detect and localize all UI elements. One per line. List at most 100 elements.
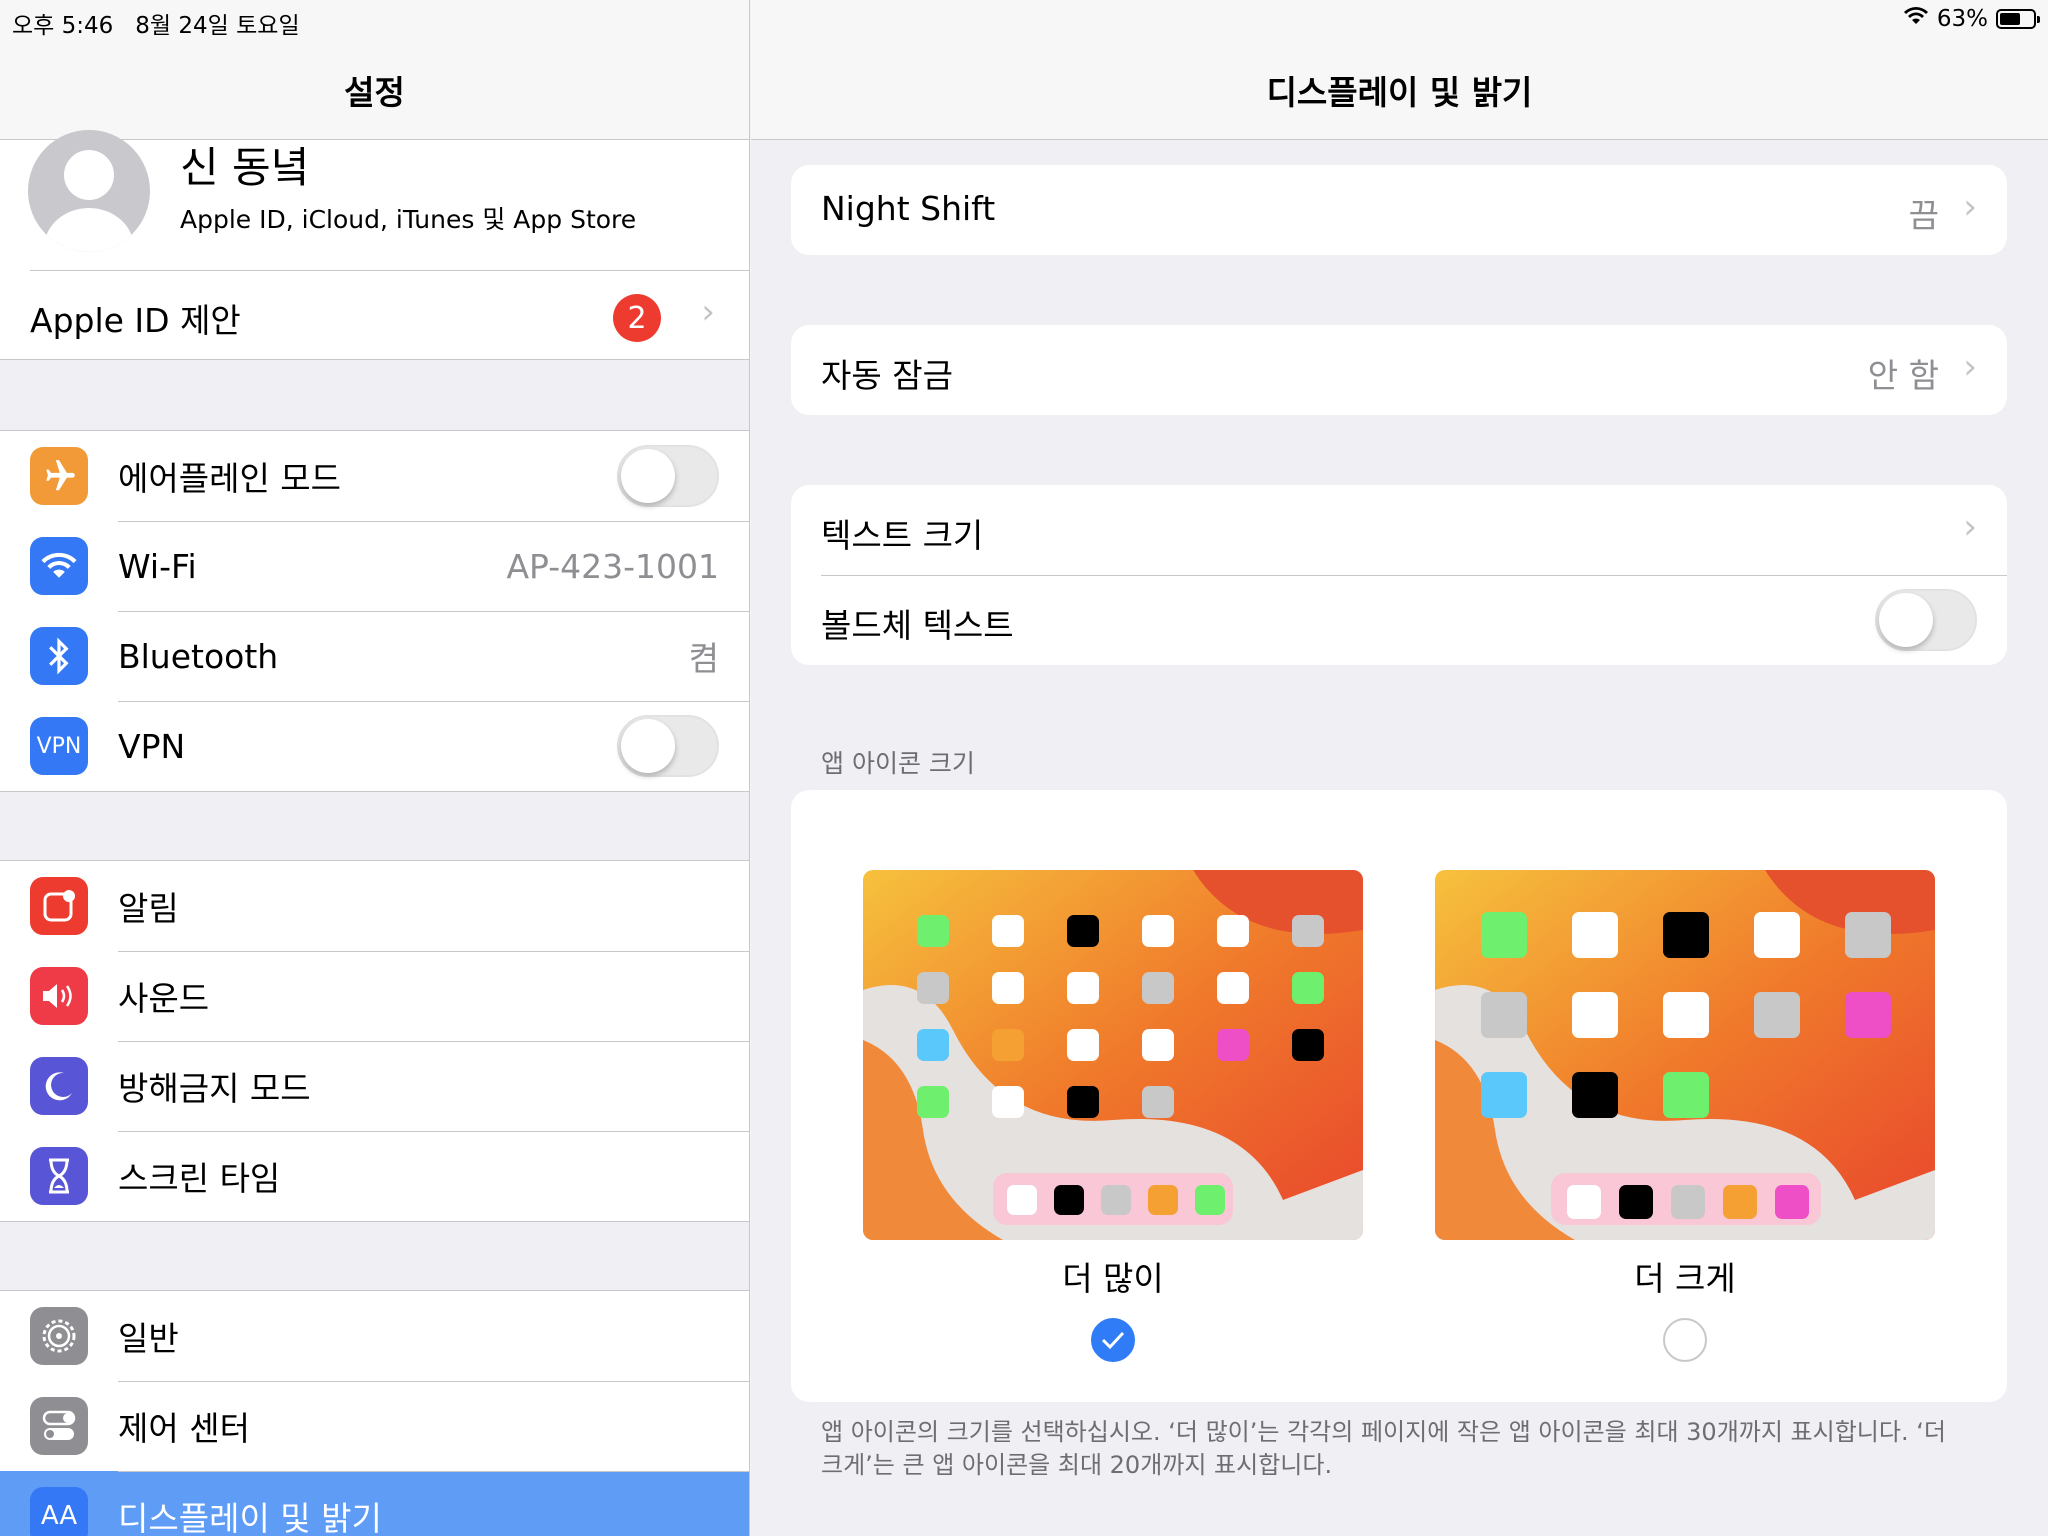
sound-icon [30,967,88,1025]
settings-sidebar: 설정 신 동녘 Apple ID, iCloud, iTunes 및 App S… [0,0,750,1536]
wifi-status-icon [1903,6,1929,32]
sidebar-item-display-brightness[interactable]: AA 디스플레이 및 밝기 [0,1471,749,1536]
sidebar-item-airplane-mode[interactable]: 에어플레인 모드 [0,431,749,521]
app-icon-thumbnail [917,1086,949,1118]
status-bar: 오후 5:46 8월 24일 토요일 63% [0,0,2048,39]
text-size-label: 텍스트 크기 [821,516,984,555]
night-shift-card: Night Shift 끔 › [791,165,2007,255]
dock-icon-thumbnail [1148,1185,1178,1215]
app-icon-thumbnail [1292,1029,1324,1061]
notification-badge: 2 [613,294,661,342]
bigger-icons-preview[interactable] [1435,870,1935,1240]
more-icons-preview[interactable] [863,870,1363,1240]
option-bigger-label: 더 크게 [1634,1259,1736,1298]
app-icon-thumbnail [992,1029,1024,1061]
app-icon-thumbnail [1754,992,1800,1038]
sidebar-item-screen-time[interactable]: 스크린 타임 [0,1131,749,1221]
app-icon-thumbnail [1663,992,1709,1038]
airplane-icon [30,447,88,505]
app-icon-thumbnail [1067,915,1099,947]
app-icon-thumbnail [917,915,949,947]
dock-icon-thumbnail [1101,1185,1131,1215]
vpn-icon: VPN [30,717,88,775]
sidebar-item-bluetooth[interactable]: Bluetooth 켬 [0,611,749,701]
app-icon-size-card: 더 많이 더 크게 [791,790,2007,1402]
app-icon-thumbnail [1067,1029,1099,1061]
sidebar-item-notifications[interactable]: 알림 [0,861,749,951]
auto-lock-card: 자동 잠금 안 함 › [791,325,2007,415]
moon-icon [30,1057,88,1115]
battery-icon [1996,9,2040,29]
chevron-right-icon: › [1963,507,1977,547]
sidebar-item-label: 제어 센터 [118,1409,250,1448]
app-icon-thumbnail [992,915,1024,947]
sidebar-item-wifi[interactable]: Wi-Fi AP-423-1001 [0,521,749,611]
bold-text-toggle[interactable] [1875,589,1977,651]
sidebar-item-sound[interactable]: 사운드 [0,951,749,1041]
battery-percent: 63% [1936,6,1988,32]
app-icon-thumbnail [1217,1029,1249,1061]
app-icon-thumbnail [1845,992,1891,1038]
app-icon-thumbnail [1142,1086,1174,1118]
text-size-row[interactable]: 텍스트 크기 › [791,485,2007,575]
switches-icon [30,1397,88,1455]
app-icon-thumbnail [917,972,949,1004]
app-icon-thumbnail [1572,992,1618,1038]
app-icon-thumbnail [992,972,1024,1004]
app-icon-thumbnail [1481,992,1527,1038]
bluetooth-icon [30,627,88,685]
dock-icon-thumbnail [1619,1185,1653,1219]
sidebar-item-label: Bluetooth [118,636,279,676]
dock-icon-thumbnail [1195,1185,1225,1215]
option-bigger-radio[interactable] [1663,1318,1707,1362]
sidebar-item-label: 에어플레인 모드 [118,459,342,498]
text-card: 텍스트 크기 › 볼드체 텍스트 [791,485,2007,665]
apple-id-suggestion-row[interactable]: Apple ID 제안 2 › [0,270,749,360]
dock-icon-thumbnail [1567,1185,1601,1219]
sidebar-item-label: 일반 [118,1319,179,1358]
night-shift-label: Night Shift [821,189,996,228]
wifi-network-value: AP-423-1001 [506,546,719,586]
night-shift-row[interactable]: Night Shift 끔 › [791,165,2007,255]
app-icon-thumbnail [1067,972,1099,1004]
auto-lock-value: 안 함 [1867,356,1939,395]
gear-icon [30,1307,88,1365]
avatar [28,130,150,252]
app-icon-thumbnail [1142,1029,1174,1061]
sidebar-item-vpn[interactable]: VPN VPN [0,701,749,791]
sidebar-item-label: 사운드 [118,979,210,1018]
option-more-label: 더 많이 [1062,1259,1164,1298]
notifications-group: 알림 사운드 방해금지 모드 스크린 타임 [0,860,749,1222]
dock-icon-thumbnail [1007,1185,1037,1215]
profile-row[interactable]: 신 동녘 Apple ID, iCloud, iTunes 및 App Stor… [0,130,749,270]
sidebar-item-control-center[interactable]: 제어 센터 [0,1381,749,1471]
airplane-mode-toggle[interactable] [617,445,719,507]
apple-id-suggestion-label: Apple ID 제안 [30,301,241,340]
app-icon-thumbnail [1142,972,1174,1004]
wifi-icon [30,537,88,595]
connectivity-group: 에어플레인 모드 Wi-Fi AP-423-1001 Bluetooth 켬 V… [0,430,749,792]
status-date: 8월 24일 토요일 [135,13,300,39]
sidebar-item-label: VPN [118,726,186,766]
option-more-radio[interactable] [1091,1318,1135,1362]
app-icon-thumbnail [1572,1072,1618,1118]
app-icon-thumbnail [1481,1072,1527,1118]
sidebar-item-general[interactable]: 일반 [0,1291,749,1381]
bold-text-label: 볼드체 텍스트 [821,606,1014,645]
sidebar-title: 설정 [344,73,405,112]
dock-icon-thumbnail [1054,1185,1084,1215]
bluetooth-status-value: 켬 [688,639,719,678]
vpn-toggle[interactable] [617,715,719,777]
dock [993,1173,1233,1225]
general-group: 일반 제어 센터 AA 디스플레이 및 밝기 [0,1290,749,1536]
bold-text-row: 볼드체 텍스트 [791,575,2007,665]
status-time: 오후 5:46 [12,13,114,39]
sidebar-item-label: Wi-Fi [118,546,197,586]
profile-name: 신 동녘 [180,143,310,192]
sidebar-item-do-not-disturb[interactable]: 방해금지 모드 [0,1041,749,1131]
display-icon: AA [30,1487,88,1536]
app-icon-thumbnail [1217,915,1249,947]
auto-lock-label: 자동 잠금 [821,356,953,395]
chevron-right-icon: › [1963,187,1977,227]
auto-lock-row[interactable]: 자동 잠금 안 함 › [791,325,2007,415]
